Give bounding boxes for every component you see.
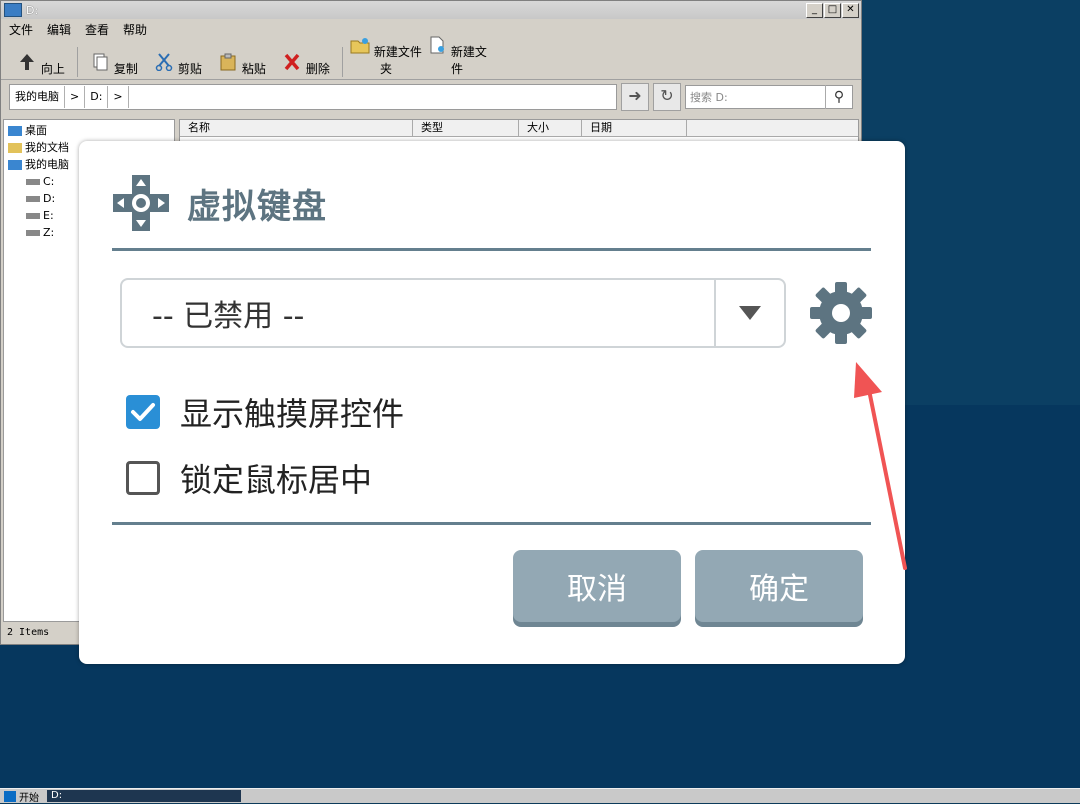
dropdown-arrow[interactable] — [714, 280, 784, 346]
start-button[interactable]: 开始 — [0, 789, 43, 804]
dialog-header: 虚拟键盘 — [111, 173, 327, 233]
dpad-icon — [113, 175, 169, 231]
ok-button[interactable]: 确定 — [695, 550, 863, 622]
paste-button[interactable]: 粘贴 — [210, 53, 274, 79]
new-folder-icon — [350, 38, 370, 54]
breadcrumb-separator-2[interactable]: > — [108, 86, 129, 108]
lock-mouse-checkbox[interactable] — [126, 461, 160, 495]
window-title: D: — [26, 3, 39, 17]
tree-item-desktop[interactable]: 桌面 — [8, 122, 170, 139]
close-button[interactable]: ✕ — [842, 2, 859, 18]
breadcrumb-d-drive[interactable]: D: — [85, 86, 109, 108]
arrow-up-icon — [20, 54, 35, 70]
menu-view[interactable]: 查看 — [85, 21, 109, 38]
search-input[interactable]: 搜索 D: ⚲ — [685, 85, 853, 109]
drive-icon — [26, 229, 40, 236]
drive-icon — [26, 178, 40, 185]
taskbar: 开始 D: — [0, 788, 1080, 804]
drive-icon — [26, 212, 40, 219]
breadcrumb-my-computer[interactable]: 我的电脑 — [10, 86, 65, 108]
delete-button[interactable]: 删除 — [274, 53, 338, 79]
search-icon[interactable]: ⚲ — [825, 85, 852, 109]
refresh-button[interactable]: ↻ — [653, 83, 681, 111]
new-file-icon — [430, 36, 445, 54]
windows-logo-icon — [4, 790, 16, 802]
touch-controls-checkbox[interactable] — [126, 395, 160, 429]
minimize-button[interactable]: _ — [806, 2, 823, 18]
computer-icon — [8, 159, 22, 170]
footer-divider — [112, 522, 871, 525]
header-divider — [112, 248, 871, 251]
gear-icon[interactable] — [809, 281, 873, 345]
virtual-keyboard-dialog: 虚拟键盘 -- 已禁用 -- 显示触摸屏控件 锁定鼠标居中 取消 确定 — [79, 141, 905, 664]
column-name[interactable]: 名称 — [180, 120, 413, 136]
caret-down-icon — [739, 306, 761, 320]
toolbar: 向上 复制 剪贴 粘贴 删除 新建文件夹 新建文件 — [1, 36, 861, 80]
touch-controls-option[interactable]: 显示触摸屏控件 — [126, 389, 404, 435]
clipboard-icon — [220, 53, 236, 71]
column-type[interactable]: 类型 — [413, 120, 519, 136]
maximize-button[interactable]: □ — [824, 2, 841, 18]
copy-icon — [93, 53, 108, 71]
up-button[interactable]: 向上 — [9, 53, 73, 79]
folder-icon — [8, 142, 22, 153]
window-titlebar[interactable]: D: _ □ ✕ — [1, 1, 861, 19]
touch-controls-label: 显示触摸屏控件 — [180, 395, 405, 433]
drive-icon — [26, 195, 40, 202]
dialog-title: 虚拟键盘 — [187, 186, 327, 227]
lock-mouse-option[interactable]: 锁定鼠标居中 — [126, 455, 372, 501]
menu-edit[interactable]: 编辑 — [47, 21, 71, 38]
breadcrumb-separator[interactable]: > — [65, 86, 86, 108]
go-button[interactable]: ➜ — [621, 83, 649, 111]
cancel-button[interactable]: 取消 — [513, 550, 681, 622]
lock-mouse-label: 锁定鼠标居中 — [180, 461, 373, 499]
new-file-button[interactable]: 新建文件 — [425, 36, 489, 79]
file-list-header: 名称 类型 大小 日期 — [180, 120, 858, 137]
delete-x-icon — [284, 53, 300, 71]
cut-button[interactable]: 剪贴 — [146, 53, 210, 79]
column-date[interactable]: 日期 — [582, 120, 687, 136]
menu-file[interactable]: 文件 — [9, 21, 33, 38]
desktop-icon — [8, 125, 22, 136]
refresh-icon: ↻ — [660, 86, 674, 105]
copy-button[interactable]: 复制 — [82, 53, 146, 79]
keyboard-mode-select[interactable]: -- 已禁用 -- — [120, 278, 786, 348]
new-folder-button[interactable]: 新建文件夹 — [347, 36, 425, 79]
address-bar-row: 我的电脑 > D: > ➜ ↻ 搜索 D: ⚲ — [1, 80, 861, 114]
select-value: -- 已禁用 -- — [152, 299, 305, 334]
menu-help[interactable]: 帮助 — [123, 21, 147, 38]
taskbar-item-explorer[interactable]: D: — [47, 790, 241, 802]
address-bar[interactable]: 我的电脑 > D: > — [9, 84, 617, 110]
arrow-right-icon: ➜ — [628, 86, 642, 105]
scissors-icon — [155, 53, 173, 72]
column-size[interactable]: 大小 — [519, 120, 582, 136]
explorer-app-icon — [4, 3, 22, 17]
checkmark-icon — [131, 403, 155, 421]
